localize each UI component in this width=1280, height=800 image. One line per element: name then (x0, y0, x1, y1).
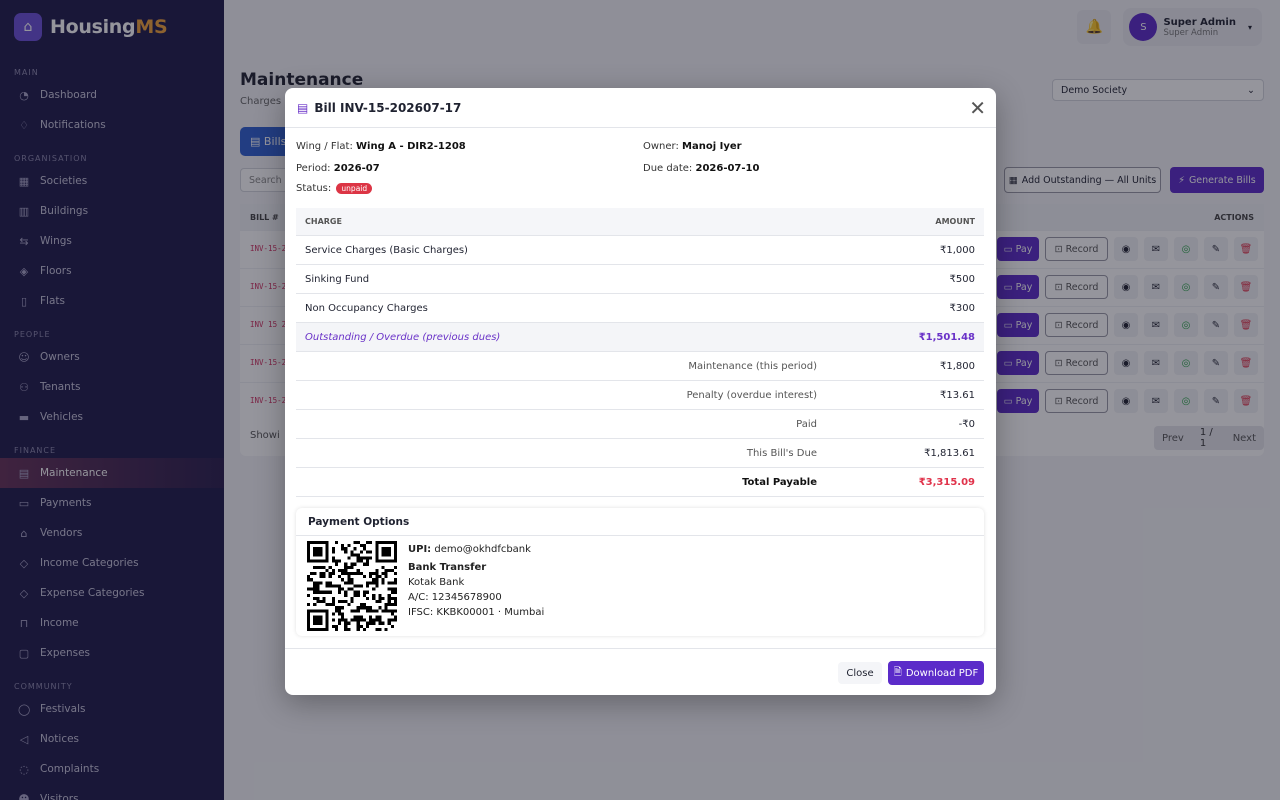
summary-row: Penalty (overdue interest) ₹13.61 (296, 381, 984, 410)
charge-label: Sinking Fund (305, 273, 370, 285)
wing-flat-info: Wing / Flat: Wing A - DIR2-1208 (296, 141, 466, 152)
status-info: Status: unpaid (296, 183, 373, 194)
bank-transfer-title: Bank Transfer (408, 562, 487, 573)
summary-row: Paid -₹0 (296, 410, 984, 439)
modal-header: ▤ Bill INV-15-202607-17 ✕ (285, 88, 996, 128)
summary-amount: ₹13.61 (940, 389, 975, 401)
summary-amount: ₹1,800 (940, 360, 975, 372)
charge-amount: ₹300 (949, 302, 975, 314)
summary-row: Maintenance (this period) ₹1,800 (296, 352, 984, 381)
charge-row: Non Occupancy Charges ₹300 (296, 294, 984, 323)
close-button[interactable]: Close (838, 662, 882, 684)
charge-label: Non Occupancy Charges (305, 302, 428, 314)
charge-label: Service Charges (Basic Charges) (305, 244, 468, 256)
summary-amount: ₹1,813.61 (924, 447, 975, 459)
ifsc-code: IFSC: KKBK00001 · Mumbai (408, 607, 545, 618)
charge-row: Service Charges (Basic Charges) ₹1,000 (296, 236, 984, 265)
status-badge: unpaid (336, 183, 373, 194)
charge-amount: ₹500 (949, 273, 975, 285)
charges-header: CHARGE AMOUNT (296, 208, 984, 236)
account-number: A/C: 12345678900 (408, 592, 502, 603)
summary-label: This Bill's Due (746, 447, 817, 459)
summary-row: This Bill's Due ₹1,813.61 (296, 439, 984, 468)
upi-id: demo@okhdfcbank (434, 544, 531, 555)
charge-amount: ₹1,000 (940, 244, 975, 256)
payment-details: UPI: demo@okhdfcbank Bank Transfer Kotak… (408, 544, 545, 618)
summary-label: Maintenance (this period) (688, 360, 817, 372)
modal-title: Bill INV-15-202607-17 (314, 100, 462, 115)
bank-name: Kotak Bank (408, 577, 465, 588)
payment-options-title: Payment Options (296, 508, 984, 536)
pdf-file-icon: 🗎 (893, 666, 902, 678)
download-pdf-button[interactable]: 🗎 Download PDF (888, 661, 984, 685)
close-icon[interactable]: ✕ (969, 98, 986, 118)
total-payable-row: Total Payable ₹3,315.09 (296, 468, 984, 497)
summary-amount: -₹0 (958, 418, 975, 430)
payment-options: Payment Options UPI: demo@okhdfcbank Ban… (296, 508, 984, 636)
due-date-info: Due date: 2026-07-10 (643, 163, 760, 174)
owner-info: Owner: Manoj Iyer (643, 141, 742, 152)
summary-label: Paid (796, 418, 817, 430)
bill-modal: ▤ Bill INV-15-202607-17 ✕ Wing / Flat: W… (285, 88, 996, 695)
outstanding-row: Outstanding / Overdue (previous dues) ₹1,… (296, 323, 984, 352)
period-info: Period: 2026-07 (296, 163, 380, 174)
qr-code (307, 541, 397, 631)
charge-row: Sinking Fund ₹500 (296, 265, 984, 294)
modal-footer: Close 🗎 Download PDF (285, 648, 996, 695)
charges-table: CHARGE AMOUNT Service Charges (Basic Char… (296, 208, 984, 497)
summary-label: Penalty (overdue interest) (686, 389, 817, 401)
receipt-icon: ▤ (297, 100, 309, 115)
